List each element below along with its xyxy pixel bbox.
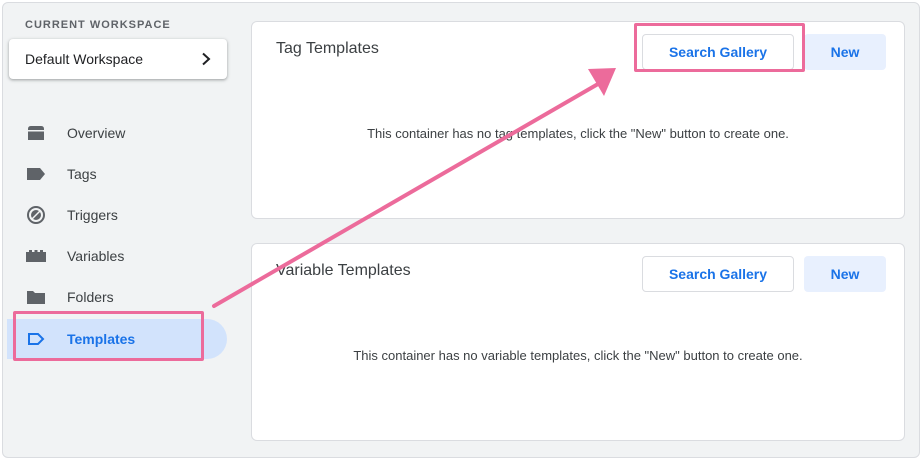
variable-templates-title: Variable Templates	[276, 262, 411, 279]
sidebar-item-tags[interactable]: Tags	[13, 154, 227, 194]
tag-new-button[interactable]: New	[804, 34, 886, 70]
workspace-label: CURRENT WORKSPACE	[25, 19, 171, 31]
sidebar-item-label: Folders	[67, 289, 114, 305]
sidebar-item-overview[interactable]: Overview	[13, 113, 227, 153]
folder-icon	[25, 286, 47, 308]
variable-search-gallery-button[interactable]: Search Gallery	[642, 256, 794, 292]
sidebar-item-templates[interactable]: Templates	[7, 319, 227, 359]
overview-icon	[25, 122, 47, 144]
sidebar-item-variables[interactable]: Variables	[13, 236, 227, 276]
tag-templates-card: Tag Templates Search Gallery New This co…	[251, 21, 905, 219]
variable-new-button[interactable]: New	[804, 256, 886, 292]
sidebar-item-label: Variables	[67, 248, 125, 264]
sidebar-item-folders[interactable]: Folders	[13, 277, 227, 317]
variable-templates-card: Variable Templates Search Gallery New Th…	[251, 243, 905, 441]
sidebar-item-label: Overview	[67, 125, 126, 141]
sidebar-item-label: Tags	[67, 166, 97, 182]
variables-icon	[25, 245, 47, 267]
workspace-selector[interactable]: Default Workspace	[9, 39, 227, 79]
chevron-right-icon	[202, 52, 211, 66]
tag-templates-title: Tag Templates	[276, 40, 379, 57]
tag-icon	[25, 163, 47, 185]
trigger-icon	[25, 204, 47, 226]
sidebar-item-label: Triggers	[67, 207, 118, 223]
workspace-name: Default Workspace	[25, 51, 144, 67]
variable-templates-empty-message: This container has no variable templates…	[353, 348, 803, 363]
sidebar-item-label: Templates	[67, 331, 136, 347]
template-icon	[25, 328, 47, 350]
tag-search-gallery-button[interactable]: Search Gallery	[642, 34, 794, 70]
app-frame: CURRENT WORKSPACE Default Workspace Over…	[2, 2, 920, 458]
sidebar-item-triggers[interactable]: Triggers	[13, 195, 227, 235]
tag-templates-empty-message: This container has no tag templates, cli…	[367, 126, 789, 141]
